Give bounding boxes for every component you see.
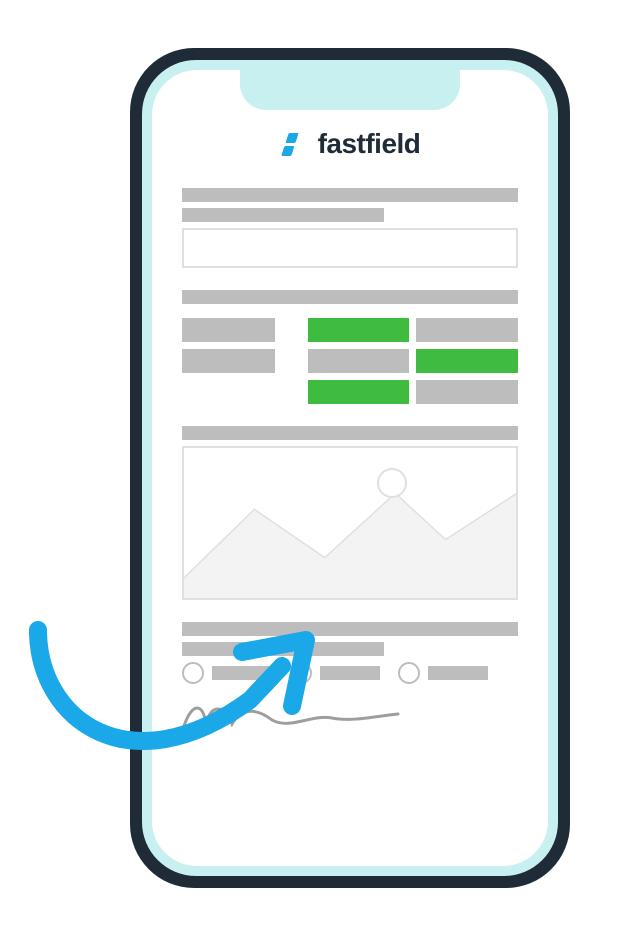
fastfield-logo-icon: [280, 129, 310, 159]
grid-cell-green[interactable]: [308, 318, 410, 342]
phone-outer-frame: fastfield: [130, 48, 570, 888]
phone-screen: fastfield: [152, 70, 548, 866]
grid-cell-grey[interactable]: [416, 380, 518, 404]
grid-row-label: [182, 349, 275, 373]
sun-icon: [377, 468, 407, 498]
grid-row-label: [182, 318, 275, 342]
signature-field[interactable]: [182, 696, 518, 741]
radio-label-placeholder: [428, 666, 488, 680]
status-grid: [182, 318, 518, 404]
signature-scribble-icon: [182, 696, 402, 736]
app-screen-content: fastfield: [152, 70, 548, 866]
radio-section-header-bar: [182, 622, 518, 636]
radio-circle-icon: [398, 662, 420, 684]
radio-option[interactable]: [290, 662, 380, 684]
radio-label-placeholder: [212, 666, 272, 680]
grid-empty-cell: [182, 380, 301, 404]
phone-mockup: fastfield: [130, 48, 570, 888]
radio-circle-icon: [182, 662, 204, 684]
phone-notch: [240, 70, 460, 110]
title-placeholder-bar: [182, 188, 518, 202]
brand-header: fastfield: [182, 128, 518, 160]
grid-cell-grey[interactable]: [416, 318, 518, 342]
subtitle-placeholder-bar: [182, 208, 384, 222]
grid-cell-green[interactable]: [308, 380, 410, 404]
brand-name: fastfield: [318, 128, 421, 160]
image-section-header-bar: [182, 426, 518, 440]
radio-group: [182, 662, 518, 684]
section-header-bar: [182, 290, 518, 304]
detail-box-placeholder: [182, 228, 518, 268]
radio-circle-icon: [290, 662, 312, 684]
grid-cell-grey[interactable]: [308, 349, 410, 373]
phone-inner-bezel: fastfield: [142, 60, 558, 876]
mountain-icon: [184, 448, 516, 600]
radio-section-sub-bar: [182, 642, 384, 656]
image-placeholder[interactable]: [182, 446, 518, 600]
radio-label-placeholder: [320, 666, 380, 680]
radio-option[interactable]: [398, 662, 488, 684]
radio-option[interactable]: [182, 662, 272, 684]
grid-cell-green[interactable]: [416, 349, 518, 373]
